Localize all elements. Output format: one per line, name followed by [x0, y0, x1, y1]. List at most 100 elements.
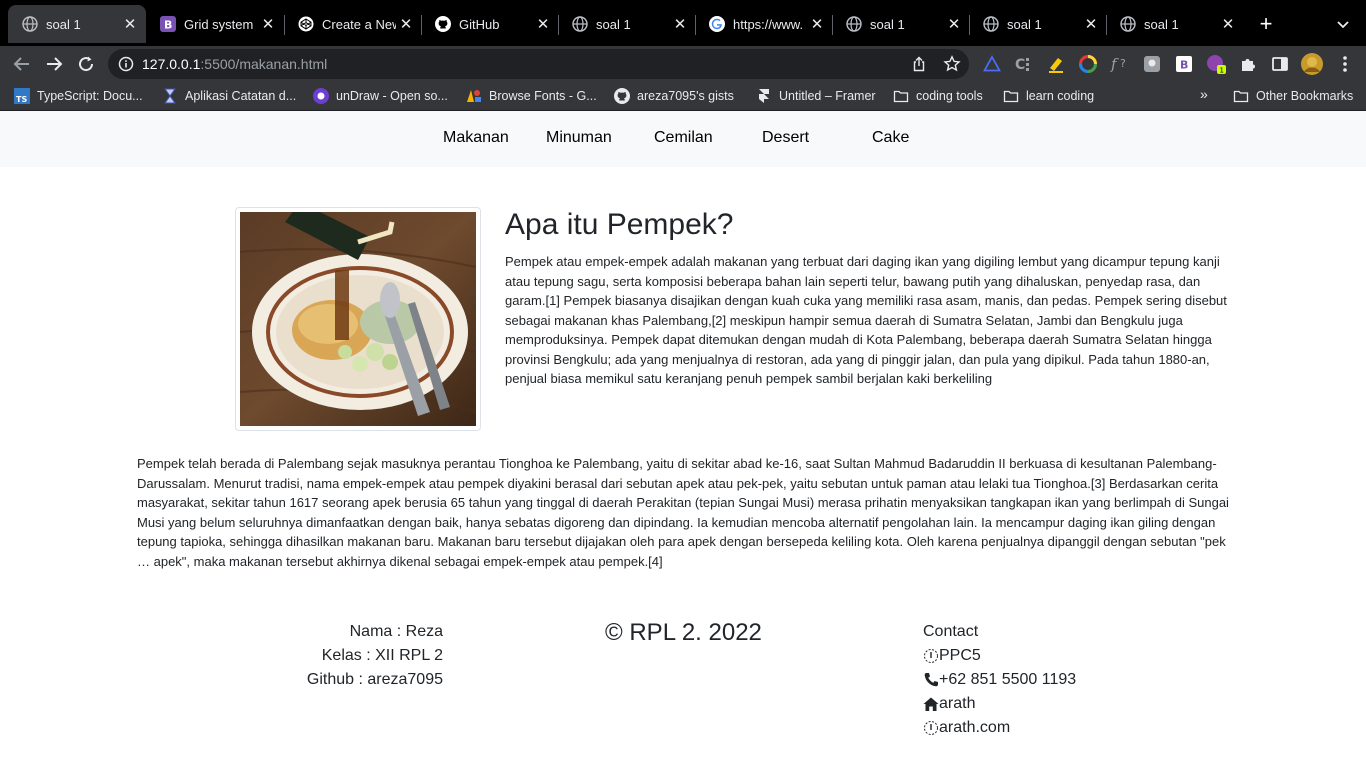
tab-title: Create a New	[322, 16, 396, 32]
badge-extension-icon[interactable]: 1	[1206, 54, 1226, 74]
github-icon	[435, 16, 451, 32]
svg-text:C: C	[1015, 57, 1025, 73]
google-icon	[709, 16, 725, 32]
bookmark-label: areza7095's gists	[637, 89, 734, 103]
css-extension-icon[interactable]: C	[1014, 54, 1034, 74]
close-icon[interactable]: ✕	[1081, 14, 1101, 34]
grey-extension-icon[interactable]	[1142, 54, 1162, 74]
bookmark-typescript[interactable]: TS TypeScript: Docu...	[14, 86, 143, 106]
bookmark-folder-learn-coding[interactable]: learn coding	[1003, 86, 1094, 106]
nav-link-desert[interactable]: Desert	[762, 129, 809, 147]
missing-glyph-icon	[923, 720, 939, 736]
bookmark-google-fonts[interactable]: Browse Fonts - G...	[466, 86, 597, 106]
triangle-extension-icon[interactable]	[982, 54, 1002, 74]
more-bookmarks-chevron-icon[interactable]: »	[1200, 86, 1208, 102]
puzzle-extensions-icon[interactable]	[1238, 54, 1258, 74]
tab-title: soal 1	[46, 16, 81, 32]
info-icon[interactable]	[118, 56, 134, 72]
close-icon[interactable]: ✕	[396, 14, 416, 34]
tab-create-new[interactable]: Create a New ✕	[284, 5, 422, 43]
missing-glyph-icon	[923, 648, 939, 664]
bookmark-star-icon[interactable]	[943, 55, 961, 78]
tab-title: soal 1	[596, 16, 631, 32]
color-picker-icon[interactable]	[1078, 54, 1098, 74]
new-tab-button[interactable]: +	[1254, 11, 1278, 36]
article-history-paragraph: Pempek telah berada di Palembang sejak m…	[137, 456, 1229, 569]
svg-text:TS: TS	[16, 95, 27, 104]
tab-google[interactable]: https://www. ✕	[695, 5, 833, 43]
bootstrap-extension-icon[interactable]: B	[1174, 54, 1194, 74]
side-panel-icon[interactable]	[1270, 54, 1290, 74]
profile-avatar[interactable]	[1300, 52, 1324, 76]
bookmarks-bar: TS TypeScript: Docu... Aplikasi Catatan …	[0, 82, 1366, 111]
highlighter-icon[interactable]	[1046, 54, 1066, 74]
bookmark-framer[interactable]: Untitled – Framer	[756, 86, 876, 106]
svg-text:1: 1	[1220, 67, 1224, 75]
contact-item: arath	[923, 692, 1076, 716]
bookmark-aplikasi-catatan[interactable]: Aplikasi Catatan d...	[162, 86, 296, 106]
tab-search-chevron-icon[interactable]	[1333, 14, 1353, 34]
typescript-icon: TS	[14, 88, 30, 104]
folder-icon	[1003, 88, 1019, 104]
bookmark-gists[interactable]: areza7095's gists	[614, 86, 734, 106]
back-button[interactable]	[10, 52, 34, 76]
kebab-menu-icon[interactable]	[1335, 54, 1355, 74]
bookmark-folder-coding-tools[interactable]: coding tools	[893, 86, 983, 106]
reload-button[interactable]	[74, 52, 98, 76]
forward-button[interactable]	[42, 52, 66, 76]
close-icon[interactable]: ✕	[258, 14, 278, 34]
browser-toolbar: 127.0.0.1:5500/makanan.html C f? B 1	[0, 46, 1366, 82]
close-icon[interactable]: ✕	[1218, 14, 1238, 34]
nav-link-cake[interactable]: Cake	[872, 129, 909, 147]
footer-student-info: Nama : Reza Kelas : XII RPL 2 Github : a…	[243, 620, 443, 692]
tab-soal-1[interactable]: soal 1 ✕	[1106, 5, 1244, 43]
folder-icon	[893, 88, 909, 104]
url-host: 127.0.0.1	[142, 56, 201, 72]
svg-text:B: B	[164, 19, 172, 32]
contact-item: arath.com	[923, 716, 1076, 740]
framer-icon	[756, 88, 772, 104]
tab-github[interactable]: GitHub ✕	[421, 5, 559, 43]
nav-link-cemilan[interactable]: Cemilan	[654, 129, 713, 147]
font-function-icon[interactable]: f?	[1110, 54, 1130, 74]
bookmark-label: Browse Fonts - G...	[489, 89, 597, 103]
contact-title: Contact	[923, 623, 979, 640]
contact-item: +62 851 5500 1193	[923, 668, 1076, 692]
phone-icon	[923, 672, 939, 688]
contact-text: PPC5	[939, 647, 981, 664]
tab-soal-1[interactable]: soal 1 ✕	[558, 5, 696, 43]
footer-contact: Contact PPC5 +62 851 5500 1193 arath ara…	[923, 620, 1076, 740]
share-icon[interactable]	[911, 56, 927, 77]
close-icon[interactable]: ✕	[120, 14, 140, 34]
bookmark-undraw[interactable]: unDraw - Open so...	[313, 86, 448, 106]
tab-title: soal 1	[1007, 16, 1042, 32]
article-lead-paragraph: Pempek atau empek-empek adalah makanan y…	[505, 254, 1227, 386]
close-icon[interactable]: ✕	[670, 14, 690, 34]
folder-icon	[1233, 88, 1249, 104]
close-icon[interactable]: ✕	[944, 14, 964, 34]
tab-soal-1[interactable]: soal 1 ✕	[969, 5, 1107, 43]
tab-title: GitHub	[459, 16, 500, 32]
url-path: :5500/makanan.html	[200, 56, 328, 72]
tab-soal-1-active[interactable]: soal 1 ✕	[8, 5, 146, 43]
globe-icon	[572, 16, 588, 32]
globe-icon	[983, 16, 999, 32]
pempek-photo	[240, 212, 476, 426]
url-text[interactable]: 127.0.0.1:5500/makanan.html	[142, 56, 327, 72]
bookmark-other-bookmarks[interactable]: Other Bookmarks	[1233, 86, 1353, 106]
contact-text: arath.com	[939, 719, 1011, 736]
bookmark-label: TypeScript: Docu...	[37, 89, 143, 103]
codepen-icon	[298, 16, 314, 32]
close-icon[interactable]: ✕	[807, 14, 827, 34]
github-icon	[614, 88, 630, 104]
close-icon[interactable]: ✕	[533, 14, 553, 34]
nav-link-makanan[interactable]: Makanan	[443, 129, 509, 147]
address-bar[interactable]: 127.0.0.1:5500/makanan.html	[108, 49, 969, 79]
nav-link-minuman[interactable]: Minuman	[546, 129, 612, 147]
tab-soal-1[interactable]: soal 1 ✕	[832, 5, 970, 43]
contact-text: arath	[939, 695, 976, 712]
article-title: Apa itu Pempek?	[505, 208, 734, 241]
tab-title: https://www.	[733, 16, 804, 32]
bookmark-label: unDraw - Open so...	[336, 89, 448, 103]
tab-grid-system[interactable]: B Grid system ✕	[146, 5, 284, 43]
